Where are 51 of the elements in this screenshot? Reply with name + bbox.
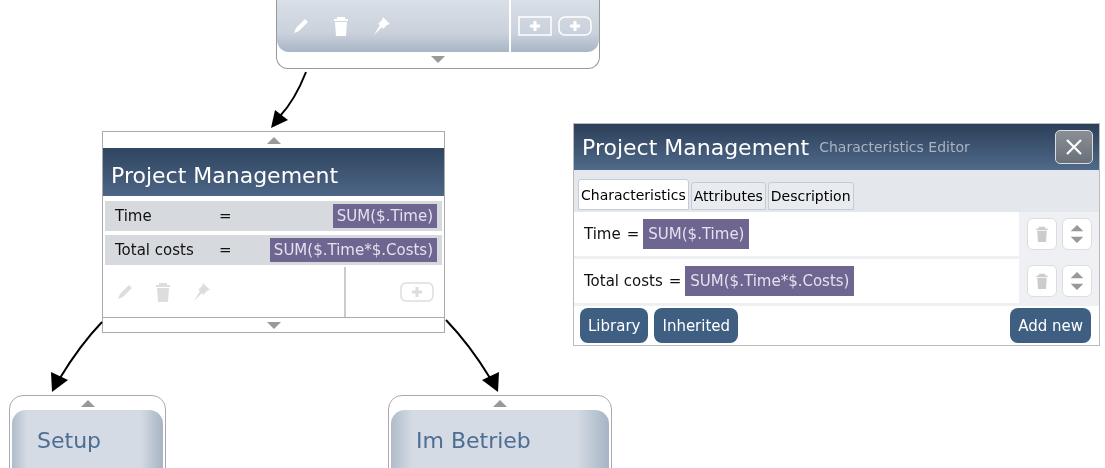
reorder-button[interactable] [1061,265,1092,297]
close-button[interactable] [1055,130,1093,164]
collapse-up-icon[interactable] [266,136,281,144]
formula: SUM($.Time*$.Costs) [269,238,437,262]
connector-arrow [51,321,103,392]
diagram-node[interactable]: Im Betrieb [388,395,612,468]
equals-sign: = [668,272,682,290]
diagram-node[interactable] [276,0,600,69]
tab[interactable]: Description [767,182,854,210]
trash-icon [1033,225,1050,243]
characteristic-name: Time [115,207,153,225]
connector-arrow [271,71,307,128]
editor-button[interactable]: Library [580,308,649,343]
editor-title: Project Management [582,134,810,160]
node-title: Project Management [111,162,339,188]
node-title: Im Betrieb [416,428,531,453]
reorder-button[interactable] [1061,218,1092,250]
formula-field[interactable]: SUM($.Time) [643,219,750,249]
characteristic-row[interactable]: Total costs = SUM($.Time*$.Costs) [105,235,442,265]
pencil-icon[interactable] [291,16,311,36]
trash-icon[interactable] [153,281,173,303]
pencil-icon[interactable] [115,282,135,302]
delete-button[interactable] [1026,265,1057,297]
tab[interactable]: Attributes [690,182,766,210]
diagram-node[interactable]: Project Management Time = SUM($.Time) Total costs = SUM($.Time*$.Costs) [102,131,445,333]
equals-sign: = [219,207,232,225]
formula: SUM($.Time) [332,204,437,228]
node-title: Setup [37,428,102,453]
tab[interactable]: Characteristics [578,179,689,210]
editor-button[interactable]: Inherited [654,308,739,343]
formula-field[interactable]: SUM($.Time*$.Costs) [685,266,855,296]
add-icon[interactable] [400,282,434,302]
add-new-button[interactable]: Add new [1010,308,1091,343]
collapse-up-icon[interactable] [80,399,95,407]
characteristic-name: Time [584,225,621,243]
delete-button[interactable] [1026,218,1057,250]
trash-icon[interactable] [331,15,351,37]
characteristic-row[interactable]: Time = SUM($.Time) [105,201,442,231]
equals-sign: = [219,241,232,259]
expand-down-icon[interactable] [431,56,445,64]
characteristic-name: Total costs [584,272,663,290]
pin-icon[interactable] [191,282,211,302]
equals-sign: = [626,225,640,243]
collapse-up-icon[interactable] [493,399,507,407]
trash-icon [1033,272,1050,290]
pin-icon[interactable] [371,16,391,36]
characteristic-name: Total costs [115,241,195,259]
expand-down-icon[interactable] [266,322,281,330]
diagram-node[interactable]: Setup [9,395,166,468]
editor-subtitle: Characteristics Editor [819,139,970,155]
close-icon [1064,137,1084,157]
